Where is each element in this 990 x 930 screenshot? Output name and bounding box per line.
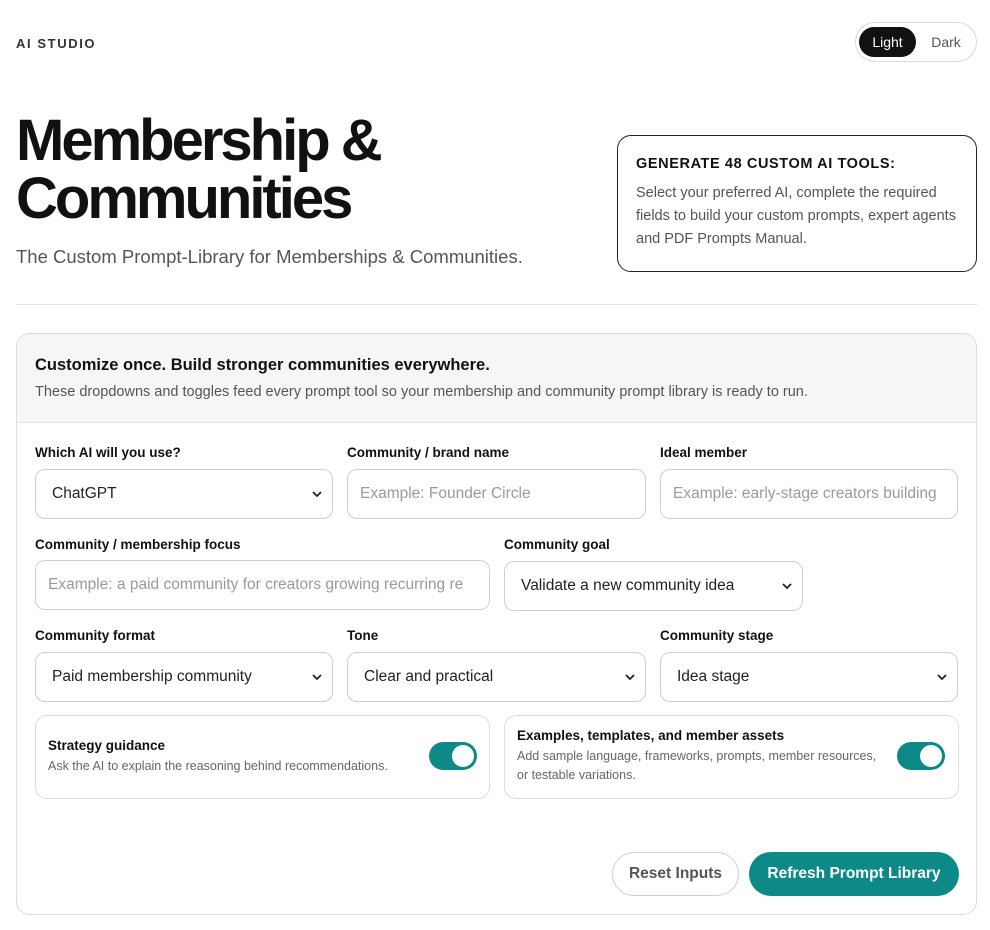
chevron-down-icon (937, 674, 947, 681)
stage-select-value: Idea stage (677, 668, 750, 685)
chevron-down-icon (312, 491, 322, 498)
goal-select[interactable]: Validate a new community idea (504, 561, 803, 611)
focus-label: Community / membership focus (35, 537, 241, 552)
page-title-line-2: Communities (16, 166, 353, 231)
ai-select[interactable]: ChatGPT (35, 469, 333, 519)
brand-label: AI STUDIO (16, 36, 97, 51)
theme-dark-button[interactable]: Dark (920, 27, 972, 57)
customize-panel-header: Customize once. Build stronger communiti… (17, 334, 976, 423)
strategy-guidance-description: Ask the AI to explain the reasoning behi… (48, 759, 388, 773)
examples-templates-title: Examples, templates, and member assets (517, 728, 785, 743)
stage-select[interactable]: Idea stage (660, 652, 958, 702)
format-label: Community format (35, 628, 156, 643)
page-title: Membership & Communities (16, 112, 576, 228)
focus-input[interactable]: Example: a paid community for creators g… (35, 560, 490, 610)
ai-select-value: ChatGPT (52, 485, 117, 502)
toggle-knob (452, 745, 474, 767)
theme-switcher: Light Dark (855, 22, 977, 62)
ideal-member-label: Ideal member (660, 445, 748, 460)
chevron-down-icon (625, 674, 635, 681)
goal-label: Community goal (504, 537, 610, 552)
brand-name-input[interactable]: Example: Founder Circle (347, 469, 646, 519)
generate-tools-card: GENERATE 48 CUSTOM AI TOOLS: Select your… (617, 135, 977, 272)
toggle-knob (920, 745, 942, 767)
examples-templates-card: Examples, templates, and member assets A… (504, 715, 959, 799)
stage-label: Community stage (660, 628, 774, 643)
goal-select-value: Validate a new community idea (521, 577, 735, 594)
section-divider (16, 304, 977, 305)
customize-panel-description: These dropdowns and toggles feed every p… (35, 384, 808, 400)
theme-light-button[interactable]: Light (859, 27, 916, 57)
brand-name-label: Community / brand name (347, 445, 510, 460)
tone-label: Tone (347, 628, 379, 643)
strategy-guidance-toggle[interactable] (429, 742, 477, 770)
ideal-member-input[interactable]: Example: early-stage creators building (660, 469, 958, 519)
strategy-guidance-card: Strategy guidance Ask the AI to explain … (35, 715, 490, 799)
generate-tools-description: Select your preferred AI, complete the r… (636, 185, 956, 247)
chevron-down-icon (782, 583, 792, 590)
format-select-value: Paid membership community (52, 668, 252, 685)
ai-select-label: Which AI will you use? (35, 445, 181, 460)
tone-select[interactable]: Clear and practical (347, 652, 646, 702)
strategy-guidance-title: Strategy guidance (48, 738, 166, 753)
customize-panel-title: Customize once. Build stronger communiti… (35, 356, 490, 374)
reset-inputs-button[interactable]: Reset Inputs (612, 852, 739, 896)
examples-templates-description: Add sample language, frameworks, prompts… (517, 749, 877, 782)
refresh-prompt-library-button[interactable]: Refresh Prompt Library (749, 852, 959, 896)
chevron-down-icon (312, 674, 322, 681)
page-subtitle: The Custom Prompt-Library for Membership… (16, 246, 523, 267)
examples-templates-toggle[interactable] (897, 742, 945, 770)
generate-tools-title: GENERATE 48 CUSTOM AI TOOLS: (636, 156, 896, 172)
tone-select-value: Clear and practical (364, 668, 494, 685)
page-title-line-1: Membership & (16, 108, 383, 173)
customize-panel: Customize once. Build stronger communiti… (16, 333, 977, 915)
format-select[interactable]: Paid membership community (35, 652, 333, 702)
